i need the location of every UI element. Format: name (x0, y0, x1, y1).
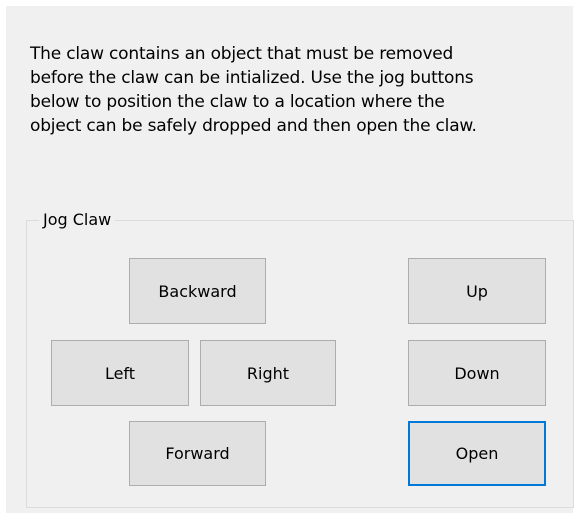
forward-button-label: Forward (165, 444, 230, 463)
jog-claw-group-label: Jog Claw (39, 209, 116, 231)
instruction-line-1: The claw contains an object that must be… (30, 44, 454, 64)
down-button-label: Down (454, 363, 500, 383)
backward-button-label: Backward (158, 281, 237, 301)
open-button[interactable]: Open (408, 421, 546, 486)
instruction-message: The claw contains an object that must be… (30, 42, 560, 138)
left-button[interactable]: Left (51, 340, 189, 406)
instruction-line-3: below to position the claw to a location… (30, 92, 445, 112)
right-button-label: Right (246, 363, 290, 383)
instruction-line-4: object can be safely dropped and then op… (30, 116, 477, 136)
left-button-label: Left (104, 363, 136, 383)
instruction-line-2: before the claw can be intialized. Use t… (30, 68, 474, 88)
open-button-label: Open (455, 444, 499, 463)
right-button[interactable]: Right (200, 340, 336, 406)
up-button[interactable]: Up (408, 258, 546, 324)
forward-button[interactable]: Forward (129, 421, 266, 486)
up-button-label: Up (466, 281, 488, 301)
backward-button[interactable]: Backward (129, 258, 266, 324)
down-button[interactable]: Down (408, 340, 546, 406)
